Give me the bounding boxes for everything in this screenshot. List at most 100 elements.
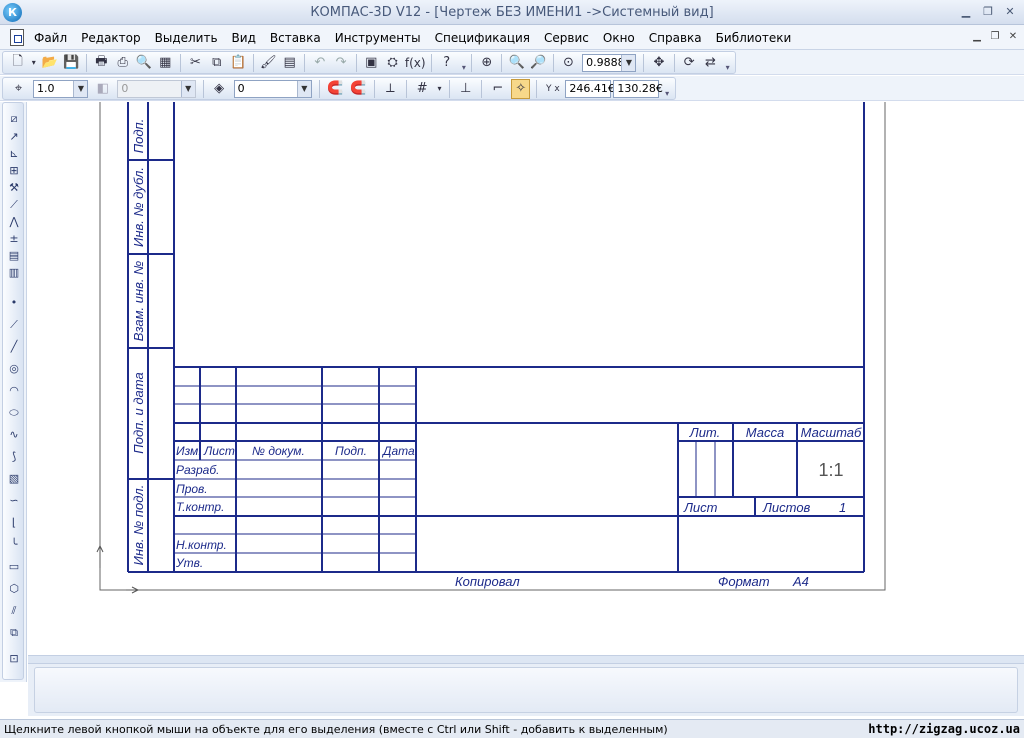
pan-icon[interactable]: ✥ [650,53,667,73]
fillet-icon[interactable]: ╰ [6,537,22,553]
minimize-button[interactable]: ▁ [958,4,974,20]
auxiliary-line-icon[interactable]: ⟋ [6,317,22,333]
orthogonal-mode-icon[interactable]: ⌐ [488,79,507,99]
equidistant-icon[interactable]: ⫽ [6,603,22,619]
arc-icon[interactable]: ◠ [6,383,22,399]
library-manager-icon[interactable]: ⛭ [384,53,401,73]
menu-libraries[interactable]: Библиотеки [716,31,792,45]
side-labels: Подп. Инв. № дубл. Взам. инв. № Подп. и … [131,119,146,566]
row-approved: Утв. [175,556,203,570]
dimensions-icon[interactable]: ↗ [6,129,22,145]
new-dropdown-icon[interactable]: ▾ [30,53,37,73]
angle-step-icon[interactable]: ◧ [93,79,112,99]
macro-icon[interactable]: ⊡ [6,651,22,667]
cursor-step-icon[interactable]: ⌖ [9,79,28,99]
chamfer-icon[interactable]: ⌊ [6,515,22,531]
drawing-canvas[interactable]: Подп. Инв. № дубл. Взам. инв. № Подп. и … [28,102,1024,654]
zoom-combo[interactable]: 0.9888 ▼ [582,53,637,72]
side-label-replace-inv: Взам. инв. № [131,261,146,341]
save-icon[interactable]: 💾 [63,53,80,73]
reports-icon[interactable]: ▥ [6,265,22,281]
scale-value: 1:1 [818,460,843,480]
open-icon[interactable]: 📂 [41,53,58,73]
ellipse-icon[interactable]: ⬭ [6,405,22,421]
measure-icon[interactable]: ⟋ [6,197,22,213]
menu-edit[interactable]: Редактор [81,31,140,45]
select-icon[interactable]: ⋀ [6,214,22,230]
panel-splitter[interactable] [28,655,1024,663]
local-cs-icon[interactable]: ⊥ [456,79,475,99]
manager-icon[interactable]: ▣ [363,53,380,73]
associative-views-icon[interactable]: ± [6,231,22,247]
cut-icon[interactable]: ✂ [187,53,204,73]
zoom-scale-icon[interactable]: ⊙ [560,53,577,73]
ortho-icon[interactable]: ⟂ [381,79,400,99]
angle-combo[interactable]: 0 ▼ [117,79,196,98]
edit-icon[interactable]: ⊞ [6,163,22,179]
parametric-mode-icon[interactable]: ✧ [511,78,531,99]
print-preview-icon[interactable]: ⎙ [114,53,131,73]
rectangle-icon[interactable]: ▭ [6,559,22,575]
variables-icon[interactable]: f(x) [405,53,426,73]
restore-button[interactable]: ❐ [980,4,996,20]
menu-insert[interactable]: Вставка [270,31,321,45]
snaps-icon[interactable]: 🧲 [326,79,345,99]
layers-icon[interactable]: ◈ [210,79,229,99]
designations-icon[interactable]: ⊾ [6,146,22,162]
format-painter-icon[interactable]: 🖌 [260,53,277,73]
contour-icon[interactable]: ⧉ [6,625,22,641]
close-button[interactable]: ✕ [1002,4,1018,20]
side-label-orig-inv: Инв. № подл. [131,485,146,566]
bezier-icon[interactable]: ∽ [6,493,22,509]
zoom-out-icon[interactable]: 🔎 [530,53,547,73]
menu-select[interactable]: Выделить [155,31,218,45]
help-pointer-icon[interactable]: ? [438,53,455,73]
circle-icon[interactable]: ◎ [6,361,22,377]
new-document-icon[interactable]: 🗋 [9,53,26,73]
print-icon[interactable]: 🖶 [93,53,110,73]
undo-icon[interactable]: ↶ [311,53,328,73]
text-icon[interactable]: ▤ [281,53,298,73]
refresh-icon[interactable]: ⟳ [681,53,698,73]
polygon-icon[interactable]: ⬡ [6,581,22,597]
doc-minimize-button[interactable]: ▁ [970,31,984,42]
menu-tools[interactable]: Инструменты [335,31,421,45]
doc-close-button[interactable]: ✕ [1006,31,1020,42]
cursor-x-field[interactable]: 246.41€ [565,79,615,98]
menu-file[interactable]: Файл [34,31,67,45]
parametrization-icon[interactable]: ⚒ [6,180,22,196]
cursor-y-field[interactable]: 130.28€ [613,79,663,98]
grid-icon[interactable]: # [413,79,432,99]
preview-icon[interactable]: 🔍 [135,53,152,73]
segment-icon[interactable]: ╱ [6,339,22,355]
properties-icon[interactable]: ▦ [157,53,174,73]
copy-icon[interactable]: ⧉ [208,53,225,73]
spec-icon[interactable]: ▤ [6,248,22,264]
polyline-icon[interactable]: ⟆ [6,449,22,465]
document-icon[interactable] [10,29,24,46]
zoom-in-icon[interactable]: 🔍 [508,53,525,73]
header-signature: Подп. [335,444,367,458]
header-change: Изм. [176,444,202,458]
side-label-sign-date: Подп. и дата [131,372,146,453]
spline-icon[interactable]: ∿ [6,427,22,443]
snap-settings-icon[interactable]: 🧲 [349,79,368,99]
sheet-label: Лист [683,500,718,515]
doc-restore-button[interactable]: ❐ [988,31,1002,42]
paste-icon[interactable]: 📋 [229,53,246,73]
menu-specification[interactable]: Спецификация [435,31,530,45]
geometry-icon[interactable]: ⧄ [6,111,22,127]
menu-view[interactable]: Вид [232,31,256,45]
grid-dropdown-icon[interactable]: ▾ [436,79,444,99]
hatch-icon[interactable]: ▧ [6,471,22,487]
redraw-icon[interactable]: ⇄ [702,53,719,73]
point-icon[interactable]: • [6,295,22,311]
zoom-window-icon[interactable]: ⊕ [478,53,495,73]
layer-combo[interactable]: 0 ▼ [233,79,312,98]
header-doc-number: № докум. [252,444,305,458]
step-combo[interactable]: 1.0 ▼ [33,79,89,98]
menu-service[interactable]: Сервис [544,31,589,45]
menu-window[interactable]: Окно [603,31,635,45]
menu-help[interactable]: Справка [649,31,702,45]
redo-icon[interactable]: ↷ [332,53,349,73]
